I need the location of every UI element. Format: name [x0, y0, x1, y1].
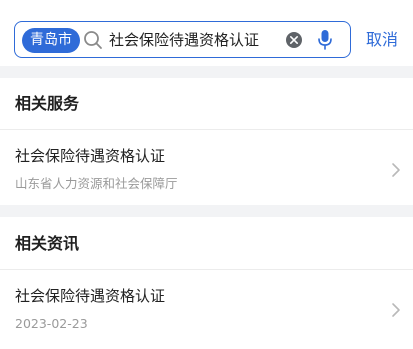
section-title: 相关服务 [15, 94, 80, 113]
cancel-button[interactable]: 取消 [366, 29, 398, 50]
item-title: 社会保险待遇资格认证 [15, 147, 166, 165]
divider [0, 269, 413, 270]
chevron-right-icon [392, 163, 400, 177]
item-provider: 山东省人力资源和社会保障厅 [15, 176, 178, 191]
search-input[interactable]: 社会保险待遇资格认证 [109, 31, 259, 50]
item-title: 社会保险待遇资格认证 [15, 287, 166, 305]
search-box[interactable]: 青岛市 社会保险待遇资格认证 [14, 21, 351, 58]
related-news-section: 相关资讯 社会保险待遇资格认证 2023-02-23 [0, 217, 413, 349]
related-services-section: 相关服务 社会保险待遇资格认证 山东省人力资源和社会保障厅 [0, 78, 413, 205]
service-result-item[interactable]: 社会保险待遇资格认证 山东省人力资源和社会保障厅 [0, 134, 413, 204]
section-title: 相关资讯 [15, 234, 80, 253]
city-selector[interactable]: 青岛市 [22, 28, 80, 53]
news-result-item[interactable]: 社会保险待遇资格认证 2023-02-23 [0, 274, 413, 344]
clear-icon[interactable] [285, 31, 303, 49]
search-header: 青岛市 社会保险待遇资格认证 取消 [0, 0, 413, 66]
chevron-right-icon [392, 303, 400, 317]
microphone-icon[interactable] [317, 29, 333, 51]
item-date: 2023-02-23 [15, 316, 88, 331]
search-icon [84, 31, 102, 49]
divider [0, 129, 413, 130]
